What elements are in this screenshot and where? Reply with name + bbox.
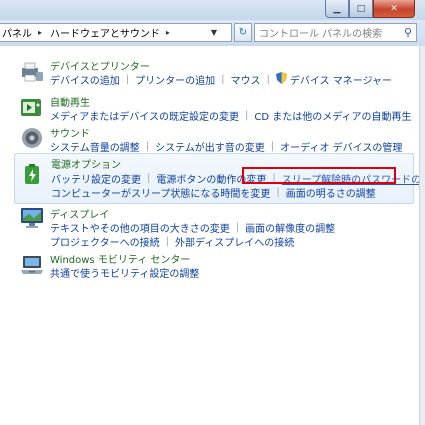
display-icon: [21, 208, 43, 228]
refresh-button[interactable]: ↻: [234, 23, 252, 42]
group-title[interactable]: Windows モビリティ センター: [50, 251, 190, 266]
link-row: コンピューターがスリープ状態になる時間を変更 | 画面の明るさの調整: [51, 185, 376, 200]
link-row: テキストやその他の項目の大きさの変更 | 画面の解像度の調整: [50, 220, 335, 235]
link-device-manager[interactable]: デバイス マネージャー: [290, 72, 392, 87]
divider: |: [147, 173, 151, 184]
link-change-battery-settings[interactable]: バッテリ設定の変更: [51, 171, 141, 186]
divider: |: [221, 74, 225, 85]
uac-shield-icon: [275, 72, 287, 87]
link-connect-projector[interactable]: プロジェクターへの接続: [50, 234, 160, 249]
vertical-scrollbar[interactable]: [419, 46, 425, 425]
group-devices-printers: デバイスとプリンター デバイスの追加 | プリンターの追加 | マウス | デバ…: [16, 56, 414, 96]
group-display: ディスプレイ テキストやその他の項目の大きさの変更 | 画面の解像度の調整 プロ…: [16, 204, 414, 252]
divider: |: [165, 236, 169, 247]
printer-icon: [22, 62, 43, 82]
link-manage-audio-devices[interactable]: オーディオ デバイスの管理: [280, 139, 402, 154]
divider: |: [125, 74, 130, 85]
link-change-system-sounds[interactable]: システムが出す音の変更: [155, 139, 265, 154]
link-row: プロジェクターへの接続 | 外部ディスプレイへの接続: [50, 234, 294, 249]
address-dropdown-icon[interactable]: ▼: [211, 28, 217, 37]
divider: |: [266, 74, 270, 85]
link-autoplay-cd[interactable]: CD または他のメディアの自動再生: [254, 108, 411, 123]
mobility-icon: [21, 256, 43, 274]
link-row: 共通で使うモビリティ設定の調整: [50, 265, 199, 280]
link-mouse[interactable]: マウス: [230, 72, 260, 87]
group-mobility-center: Windows モビリティ センター 共通で使うモビリティ設定の調整: [16, 249, 414, 283]
link-add-device[interactable]: デバイスの追加: [50, 72, 120, 87]
breadcrumb-separator-icon[interactable]: ▸: [166, 28, 170, 37]
breadcrumb-control-panel[interactable]: パネル: [2, 25, 32, 40]
link-adjust-mobility-settings[interactable]: 共通で使うモビリティ設定の調整: [50, 265, 199, 280]
link-adjust-brightness[interactable]: 画面の明るさの調整: [286, 185, 376, 200]
link-add-printer[interactable]: プリンターの追加: [135, 72, 215, 87]
divider: |: [270, 141, 275, 152]
refresh-icon: ↻: [238, 27, 248, 38]
group-sound: サウンド システム音量の調整 | システムが出す音の変更 | オーディオ デバイ…: [16, 123, 414, 157]
navigation-bar: パネル ▸ ハードウェアとサウンド ▸ ▼ ↻ コントロール パネルの検索 ⚲: [0, 20, 425, 46]
search-placeholder: コントロール パネルの検索: [259, 29, 383, 40]
battery-icon: [25, 164, 39, 184]
link-row: メディアまたはデバイスの既定設定の変更 | CD または他のメディアの自動再生: [50, 108, 412, 123]
autoplay-icon: [21, 99, 41, 116]
link-row: システム音量の調整 | システムが出す音の変更 | オーディオ デバイスの管理: [50, 139, 402, 154]
link-change-text-size[interactable]: テキストやその他の項目の大きさの変更: [50, 220, 230, 235]
divider: |: [235, 222, 240, 233]
breadcrumb-separator-icon[interactable]: ▸: [38, 28, 42, 37]
divider: |: [276, 187, 280, 198]
link-change-sleep-time[interactable]: コンピューターがスリープ状態になる時間を変更: [51, 185, 270, 200]
red-highlight-annotation: [242, 167, 396, 184]
link-row: デバイスの追加 | プリンターの追加 | マウス | デバイス マネージャー: [50, 72, 392, 87]
minimize-button[interactable]: ▁: [325, 0, 349, 18]
group-title[interactable]: 電源オプション: [51, 156, 121, 171]
group-title[interactable]: デバイスとプリンター: [50, 58, 150, 73]
group-title[interactable]: 自動再生: [50, 94, 90, 109]
search-icon[interactable]: ⚲: [404, 26, 412, 39]
divider: |: [245, 110, 249, 121]
link-connect-external-display[interactable]: 外部ディスプレイへの接続: [175, 234, 294, 249]
breadcrumb-hardware-sound[interactable]: ハードウェアとサウンド: [50, 25, 160, 40]
link-change-default-media[interactable]: メディアまたはデバイスの既定設定の変更: [50, 108, 239, 123]
group-autoplay: 自動再生 メディアまたはデバイスの既定設定の変更 | CD または他のメディアの…: [16, 92, 414, 126]
divider: |: [145, 141, 150, 152]
maximize-button[interactable]: □: [349, 0, 373, 18]
search-input[interactable]: コントロール パネルの検索 ⚲: [254, 23, 417, 42]
window-controls: ▁ □ ✕: [325, 0, 415, 18]
link-adjust-volume[interactable]: システム音量の調整: [50, 139, 140, 154]
group-title[interactable]: ディスプレイ: [50, 206, 109, 221]
title-bar: ▁ □ ✕: [0, 0, 425, 20]
content-pane: デバイスとプリンター デバイスの追加 | プリンターの追加 | マウス | デバ…: [0, 46, 425, 425]
address-bar[interactable]: パネル ▸ ハードウェアとサウンド ▸ ▼: [0, 23, 232, 42]
speaker-icon: [22, 128, 42, 148]
link-adjust-resolution[interactable]: 画面の解像度の調整: [245, 220, 335, 235]
group-title[interactable]: サウンド: [50, 125, 90, 140]
close-button[interactable]: ✕: [373, 0, 415, 18]
